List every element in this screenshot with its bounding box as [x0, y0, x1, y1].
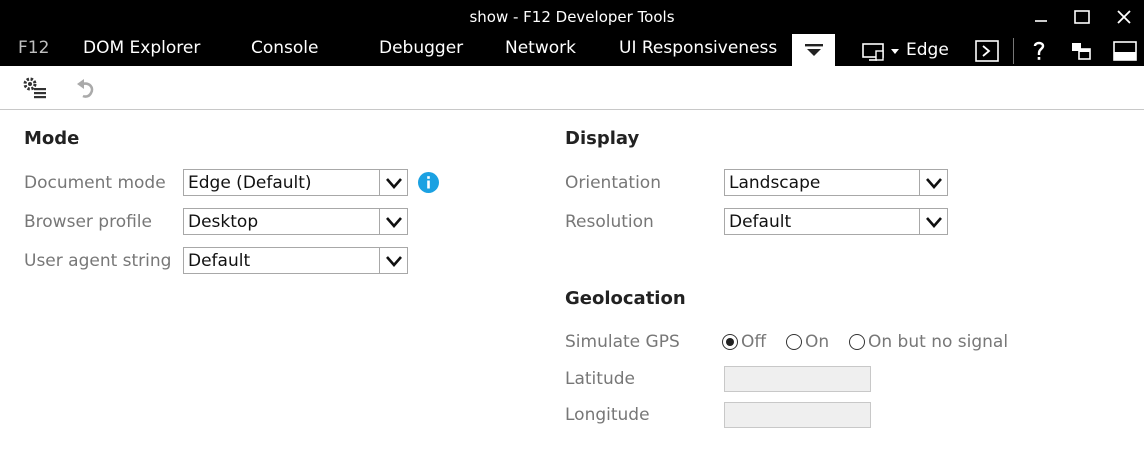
emulation-toolbar: [0, 66, 1144, 110]
orientation-value: Landscape: [729, 173, 821, 193]
document-mode-value: Edge (Default): [188, 173, 312, 193]
window-title: show - F12 Developer Tools: [469, 8, 675, 26]
dock-bottom-button[interactable]: [1111, 38, 1139, 64]
undo-icon: [77, 79, 94, 98]
gps-radio-on[interactable]: On: [786, 332, 829, 352]
info-icon: [418, 172, 439, 193]
console-prompt-icon: [975, 40, 999, 62]
geolocation-title: Geolocation: [565, 288, 686, 309]
document-mode-label: Document mode: [24, 173, 166, 193]
resolution-label: Resolution: [565, 212, 654, 232]
settings-icon: [23, 77, 46, 99]
gps-radio-on-no-signal[interactable]: On but no signal: [849, 332, 1008, 352]
document-mode-select[interactable]: Edge (Default): [183, 169, 408, 196]
user-agent-value: Default: [188, 251, 251, 271]
latitude-input[interactable]: [724, 366, 871, 392]
menu-triangle-icon: [804, 44, 823, 56]
maximize-icon: [1074, 10, 1090, 24]
gps-radio-off-label: Off: [741, 332, 767, 352]
gps-radio-no-signal-label: On but no signal: [868, 332, 1009, 352]
minimize-icon: [1035, 20, 1047, 22]
undock-button[interactable]: [1068, 38, 1094, 64]
maximize-button[interactable]: [1062, 4, 1102, 30]
help-icon: [1033, 41, 1045, 60]
radio-circle: [786, 334, 802, 350]
browser-profile-label: Browser profile: [24, 212, 152, 232]
browser-profile-value: Desktop: [188, 212, 259, 232]
dropdown-arrow-icon: [379, 248, 407, 273]
longitude-input[interactable]: [724, 402, 871, 428]
simulate-gps-label: Simulate GPS: [565, 332, 680, 352]
latitude-label: Latitude: [565, 369, 635, 389]
tab-f12[interactable]: F12: [18, 38, 49, 58]
gps-radio-off[interactable]: Off: [722, 332, 766, 352]
user-agent-select[interactable]: Default: [183, 247, 408, 274]
info-button[interactable]: [418, 172, 439, 193]
dropdown-arrow-icon: [919, 170, 947, 195]
dropdown-arrow-icon: [379, 170, 407, 195]
tab-debugger[interactable]: Debugger: [379, 38, 463, 58]
screen-icon: [862, 43, 899, 61]
longitude-label: Longitude: [565, 405, 650, 425]
close-button[interactable]: [1104, 4, 1144, 30]
minimize-button[interactable]: [1021, 4, 1061, 30]
settings-button[interactable]: [20, 75, 50, 101]
mode-title: Mode: [24, 128, 80, 149]
browser-profile-select[interactable]: Desktop: [183, 208, 408, 235]
user-agent-label: User agent string: [24, 251, 172, 271]
close-icon: [1117, 10, 1131, 24]
target-selector-button[interactable]: [858, 40, 902, 64]
display-title: Display: [565, 128, 640, 149]
undock-icon: [1072, 43, 1091, 60]
tab-network[interactable]: Network: [505, 38, 576, 58]
radio-circle: [722, 334, 738, 350]
undo-button[interactable]: [72, 76, 100, 102]
resolution-value: Default: [729, 212, 792, 232]
dropdown-arrow-icon: [379, 209, 407, 234]
gps-radio-on-label: On: [805, 332, 830, 352]
toolbar-separator: [1013, 38, 1014, 64]
tab-more-menu[interactable]: [792, 34, 835, 66]
target-label[interactable]: Edge: [906, 40, 949, 60]
dropdown-arrow-icon: [919, 209, 947, 234]
console-prompt-button[interactable]: [974, 38, 1000, 64]
title-bar: show - F12 Developer Tools F12 DOM Explo…: [0, 0, 1144, 66]
tab-ui-responsiveness[interactable]: UI Responsiveness: [619, 38, 777, 58]
orientation-select[interactable]: Landscape: [724, 169, 948, 196]
radio-dot: [726, 338, 734, 346]
dock-bottom-icon: [1113, 41, 1137, 61]
help-button[interactable]: [1026, 38, 1052, 64]
resolution-select[interactable]: Default: [724, 208, 948, 235]
radio-circle: [849, 334, 865, 350]
tab-console[interactable]: Console: [251, 38, 319, 58]
orientation-label: Orientation: [565, 173, 661, 193]
tab-dom-explorer[interactable]: DOM Explorer: [83, 38, 200, 58]
